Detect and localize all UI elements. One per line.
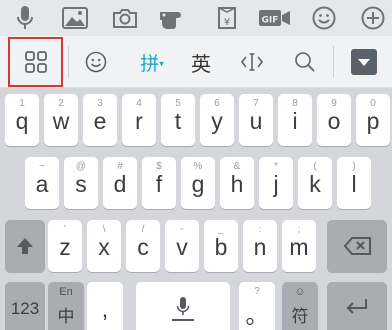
key-label: h (230, 171, 244, 197)
divider (333, 46, 334, 78)
cursor-icon[interactable] (237, 36, 267, 88)
search-icon[interactable] (290, 36, 320, 88)
pinyin-mode-button[interactable]: 拼▾ (132, 36, 172, 88)
key-label: e (93, 108, 107, 134)
key-label: c (137, 234, 149, 260)
key-x[interactable]: \ x (87, 220, 121, 272)
key-p[interactable]: 0p (356, 94, 390, 146)
key-label: a (35, 171, 49, 197)
key-j[interactable]: * j (259, 157, 293, 209)
key-h[interactable]: & h (220, 157, 254, 209)
microphone-icon[interactable] (10, 3, 40, 33)
key-hint: En (59, 286, 73, 298)
key-label: i (292, 108, 298, 134)
comma-key[interactable]: , (87, 282, 123, 330)
key-s[interactable]: @ s (64, 157, 98, 209)
key-label: n (253, 234, 267, 260)
key-label: j (273, 171, 279, 197)
space-key[interactable] (136, 282, 230, 330)
enter-icon (346, 299, 367, 314)
key-label: m (289, 234, 309, 260)
divider (68, 46, 69, 78)
english-label: 英 (191, 51, 211, 76)
shift-icon (17, 238, 33, 254)
key-l[interactable]: ) l (337, 157, 371, 209)
key-label: l (351, 171, 357, 197)
key-label: d (113, 171, 127, 197)
shift-key[interactable] (5, 220, 45, 272)
key-t[interactable]: 5t (161, 94, 195, 146)
number-mode-key[interactable]: 123 (5, 282, 45, 330)
symbol-key[interactable]: ☺ 符 (282, 282, 318, 330)
key-k[interactable]: (k (298, 157, 332, 209)
svg-text:GIF: GIF (262, 16, 279, 26)
chevron-down-icon (358, 58, 370, 66)
keyboard-toolbar: ¥ GIF (0, 0, 392, 36)
key-w[interactable]: 2w (44, 94, 78, 146)
key-label: o (327, 108, 341, 134)
space-bar-underline (172, 319, 194, 321)
key-label: , (101, 296, 109, 322)
image-icon[interactable] (60, 3, 90, 33)
key-g[interactable]: % g (181, 157, 215, 209)
key-label: 符 (291, 307, 309, 326)
key-hint: ☺ (294, 286, 306, 298)
key-label: b (214, 234, 228, 260)
enter-key[interactable] (327, 282, 387, 330)
key-label: u (249, 108, 263, 134)
key-e[interactable]: 3e (83, 94, 117, 146)
backspace-key[interactable] (327, 220, 387, 272)
gif-icon[interactable]: GIF (258, 3, 292, 33)
chevron-down-icon: ▾ (159, 59, 164, 69)
key-label: y (211, 108, 223, 134)
microphone-icon (176, 297, 190, 315)
backspace-icon (344, 237, 371, 255)
key-v[interactable]: -v (165, 220, 199, 272)
key-r[interactable]: 4r (122, 94, 156, 146)
key-label: z (59, 234, 71, 260)
pinyin-label: 拼 (140, 52, 160, 75)
english-mode-button[interactable]: 英 (186, 36, 216, 88)
emoji-icon[interactable] (309, 3, 339, 33)
camera-icon[interactable] (110, 3, 140, 33)
key-n[interactable]: :n (243, 220, 277, 272)
grid-icon[interactable] (22, 36, 50, 88)
key-label: x (98, 234, 110, 260)
period-key[interactable]: ? 。 (239, 282, 275, 330)
key-label: t (174, 108, 182, 134)
key-u[interactable]: 7u (239, 94, 273, 146)
key-y[interactable]: 6y (200, 94, 234, 146)
key-label: g (191, 171, 205, 197)
key-label: 123 (10, 299, 40, 318)
key-i[interactable]: 8i (278, 94, 312, 146)
key-label: 中 (57, 307, 75, 326)
hand-icon[interactable] (159, 3, 189, 33)
key-f[interactable]: $ f (142, 157, 176, 209)
yen-icon[interactable]: ¥ (212, 3, 242, 33)
plus-icon[interactable] (358, 3, 388, 33)
key-label: 。 (245, 302, 269, 328)
key-label: f (155, 171, 163, 197)
key-a[interactable]: ~ a (25, 157, 59, 209)
key-d[interactable]: # d (103, 157, 137, 209)
key-label: s (75, 171, 87, 197)
key-q[interactable]: 1q (5, 94, 39, 146)
key-m[interactable]: ; m (282, 220, 316, 272)
smiley-icon[interactable] (82, 36, 110, 88)
svg-text:¥: ¥ (224, 17, 230, 28)
key-c[interactable]: / c (126, 220, 160, 272)
key-label: q (15, 108, 29, 134)
key-o[interactable]: 9o (317, 94, 351, 146)
key-label: r (135, 108, 143, 134)
collapse-keyboard-button[interactable] (351, 49, 377, 75)
key-b[interactable]: _ b (204, 220, 238, 272)
key-label: v (176, 234, 188, 260)
language-switch-key[interactable]: En 中 (48, 282, 84, 330)
key-label: k (309, 171, 321, 197)
key-label: w (52, 108, 70, 134)
key-label: p (366, 108, 380, 134)
key-z[interactable]: ' z (48, 220, 82, 272)
